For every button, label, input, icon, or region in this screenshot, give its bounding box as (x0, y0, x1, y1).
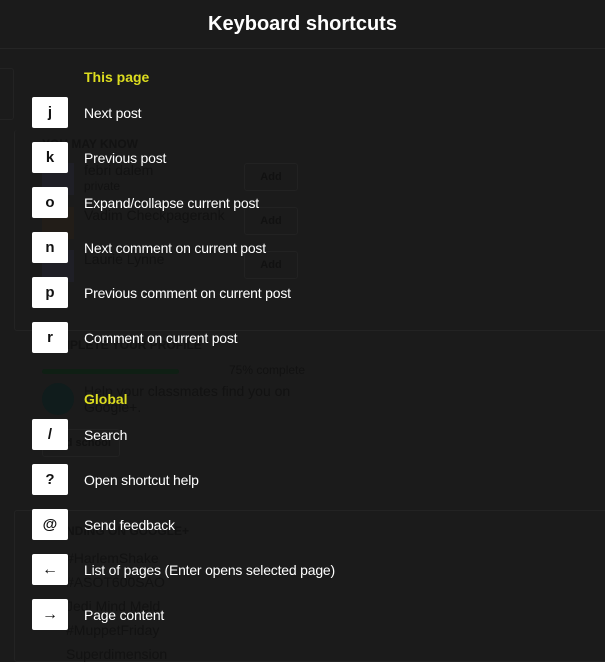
key-cap: / (32, 419, 68, 450)
shortcut-description: List of pages (Enter opens selected page… (84, 561, 335, 578)
shortcut-description: Search (84, 426, 128, 443)
profile-progress-label: 75% complete (229, 363, 306, 377)
left-arrow-icon: ← (32, 554, 68, 585)
shortcut-row: ? Open shortcut help (32, 464, 199, 495)
dialog-title: Keyboard shortcuts (208, 12, 397, 35)
section-heading-global: Global (84, 391, 128, 407)
key-cap: j (32, 97, 68, 128)
key-cap: p (32, 277, 68, 308)
shortcut-description: Send feedback (84, 516, 175, 533)
key-cap: @ (32, 509, 68, 540)
school-icon (42, 383, 74, 415)
shortcut-row: / Search (32, 419, 127, 450)
shortcut-description: Previous comment on current post (84, 284, 291, 301)
shortcut-description: Next post (84, 104, 142, 121)
shortcut-description: Expand/collapse current post (84, 194, 259, 211)
right-arrow-icon: → (32, 599, 68, 630)
shortcut-row: n Next comment on current post (32, 232, 266, 263)
key-cap: n (32, 232, 68, 263)
profile-progress-bar (42, 369, 179, 374)
shortcut-row: k Previous post (32, 142, 166, 173)
shortcut-row: o Expand/collapse current post (32, 187, 259, 218)
shortcut-description: Comment on current post (84, 329, 238, 346)
shortcut-row: → Page content (32, 599, 164, 630)
key-cap: k (32, 142, 68, 173)
trending-item[interactable]: Superdimension (66, 646, 167, 662)
shortcut-description: Next comment on current post (84, 239, 266, 256)
shortcut-description: Page content (84, 606, 165, 623)
shortcut-description: Open shortcut help (84, 471, 199, 488)
shortcut-row: p Previous comment on current post (32, 277, 291, 308)
section-heading-this-page: This page (84, 69, 150, 85)
dialog-header: Keyboard shortcuts (0, 0, 605, 49)
key-cap: o (32, 187, 68, 218)
shortcut-row: ← List of pages (Enter opens selected pa… (32, 554, 335, 585)
background-card (0, 68, 14, 120)
shortcut-description: Previous post (84, 149, 167, 166)
key-cap: r (32, 322, 68, 353)
shortcut-row: j Next post (32, 97, 142, 128)
key-cap: ? (32, 464, 68, 495)
shortcut-row: @ Send feedback (32, 509, 175, 540)
shortcut-row: r Comment on current post (32, 322, 238, 353)
